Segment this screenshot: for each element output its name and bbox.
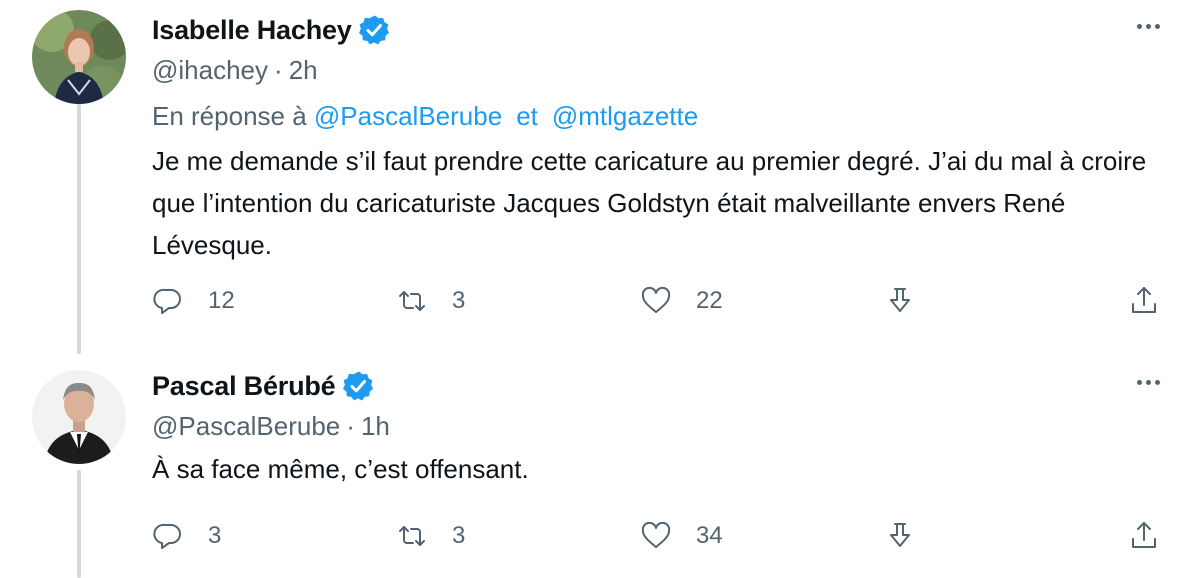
retweet-icon	[399, 526, 425, 546]
reply-prefix: En réponse à	[152, 101, 307, 131]
like-count: 34	[696, 522, 723, 549]
author-handle[interactable]: @ihachey	[152, 55, 268, 85]
share-button[interactable]	[1128, 285, 1160, 317]
share-icon	[1132, 287, 1156, 313]
reply-button[interactable]: 12	[152, 285, 262, 317]
retweet-button[interactable]: 3	[396, 285, 506, 317]
tweet-isabelle-hachey[interactable]: Isabelle Hachey @ihachey · 2h En réponse à…	[0, 0, 1194, 350]
like-button[interactable]: 34	[640, 520, 750, 552]
avatar-photo	[32, 370, 126, 464]
reply-context: En réponse à @PascalBerube et @mtlgazette	[152, 98, 1160, 134]
tweet-actions: 12 3 22	[152, 281, 1160, 321]
like-count: 22	[696, 287, 723, 314]
more-options-icon[interactable]	[1120, 372, 1160, 392]
retweet-count: 3	[452, 287, 466, 314]
verified-badge-icon	[342, 370, 374, 402]
reply-count: 12	[208, 287, 235, 314]
reply-button[interactable]: 3	[152, 520, 262, 552]
verified-badge-icon	[358, 14, 390, 46]
tweet-time[interactable]: 2h	[289, 55, 318, 85]
tweet-time[interactable]: 1h	[361, 411, 390, 441]
author-name[interactable]: Pascal Bérubé	[152, 371, 336, 402]
bookmark-download-icon	[890, 288, 910, 312]
avatar-photo	[32, 10, 126, 104]
save-button[interactable]	[884, 520, 994, 552]
avatar[interactable]	[32, 370, 126, 464]
mention-link[interactable]: @PascalBerube	[314, 101, 502, 131]
retweet-count: 3	[452, 522, 466, 549]
avatar[interactable]	[32, 10, 126, 104]
tweet-text: Je me demande s’il faut prendre cette ca…	[152, 146, 1154, 260]
reply-count: 3	[208, 522, 222, 549]
more-options-icon[interactable]	[1120, 16, 1160, 36]
heart-icon	[641, 286, 671, 313]
reply-icon	[153, 288, 181, 314]
author-handle[interactable]: @PascalBerube	[152, 411, 340, 441]
tweet-text: À sa face même, c’est offensant.	[152, 454, 529, 484]
separator: ·	[274, 55, 283, 85]
separator: ·	[346, 411, 355, 441]
retweet-icon	[399, 291, 425, 311]
reply-icon	[153, 523, 181, 549]
like-button[interactable]: 22	[640, 285, 750, 317]
save-button[interactable]	[884, 285, 994, 317]
share-button[interactable]	[1128, 520, 1160, 552]
tweet-actions: 3 3 34	[152, 516, 1160, 556]
reply-and: et	[516, 101, 538, 131]
bookmark-download-icon	[890, 523, 910, 547]
mention-link[interactable]: @mtlgazette	[552, 101, 698, 131]
share-icon	[1132, 522, 1156, 548]
retweet-button[interactable]: 3	[396, 520, 506, 552]
heart-icon	[641, 521, 671, 548]
author-name[interactable]: Isabelle Hachey	[152, 15, 352, 46]
tweet-pascal-berube[interactable]: Pascal Bérubé @PascalBerube · 1h À sa face…	[0, 360, 1194, 578]
